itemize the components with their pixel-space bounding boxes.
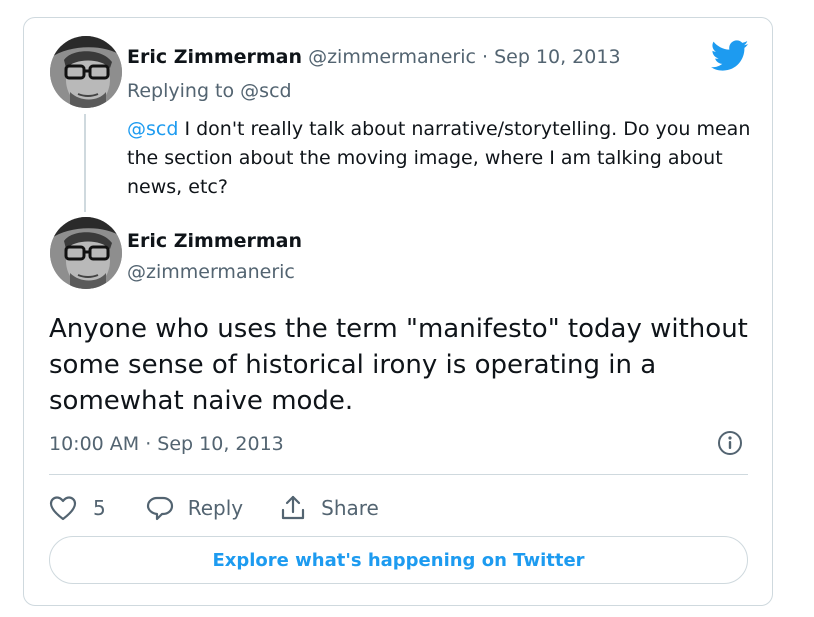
share-button[interactable]: Share [279, 494, 379, 522]
reply-bubble-icon [146, 496, 173, 521]
reply-author-line: Eric Zimmerman @zimmermaneric · Sep 10, … [127, 44, 621, 70]
reply-author-name[interactable]: Eric Zimmerman [127, 46, 302, 68]
reply-separator: · [481, 46, 489, 68]
share-icon [282, 495, 305, 520]
main-author-avatar[interactable] [50, 217, 122, 289]
share-label: Share [321, 496, 379, 520]
main-tweet-text: Anyone who uses the term "manifesto" tod… [49, 314, 748, 416]
replying-to-line: Replying to @scd [127, 78, 292, 104]
heart-icon [49, 496, 77, 521]
info-icon[interactable] [717, 430, 743, 460]
reply-author-handle[interactable]: @zimmermaneric [308, 46, 476, 68]
reply-body-text: I don't really talk about narrative/stor… [127, 118, 751, 198]
like-count: 5 [93, 496, 106, 520]
actions-divider [49, 474, 748, 475]
reply-label: Reply [187, 496, 244, 520]
main-author-handle[interactable]: @zimmermaneric [127, 259, 295, 285]
reply-tweet-text: @scd I don't really talk about narrative… [127, 115, 757, 202]
explore-twitter-button[interactable]: Explore what's happening on Twitter [49, 536, 748, 584]
main-author-name[interactable]: Eric Zimmerman [127, 228, 302, 254]
replying-to-prefix: Replying to [127, 80, 235, 102]
like-button[interactable]: 5 [49, 495, 106, 521]
reply-author-avatar[interactable] [50, 36, 122, 108]
tweet-embed-card: Eric Zimmerman @zimmermaneric · Sep 10, … [23, 17, 773, 606]
reply-date[interactable]: Sep 10, 2013 [494, 46, 620, 68]
reply-mention-link[interactable]: @scd [127, 118, 178, 140]
twitter-bird-icon[interactable] [711, 40, 749, 76]
tweet-actions-bar: 5 Reply Share [49, 490, 379, 526]
reply-button[interactable]: Reply [146, 495, 243, 521]
replying-to-handle[interactable]: @scd [240, 80, 291, 102]
thread-connector-line [84, 114, 86, 212]
tweet-timestamp[interactable]: 10:00 AM · Sep 10, 2013 [49, 431, 284, 457]
